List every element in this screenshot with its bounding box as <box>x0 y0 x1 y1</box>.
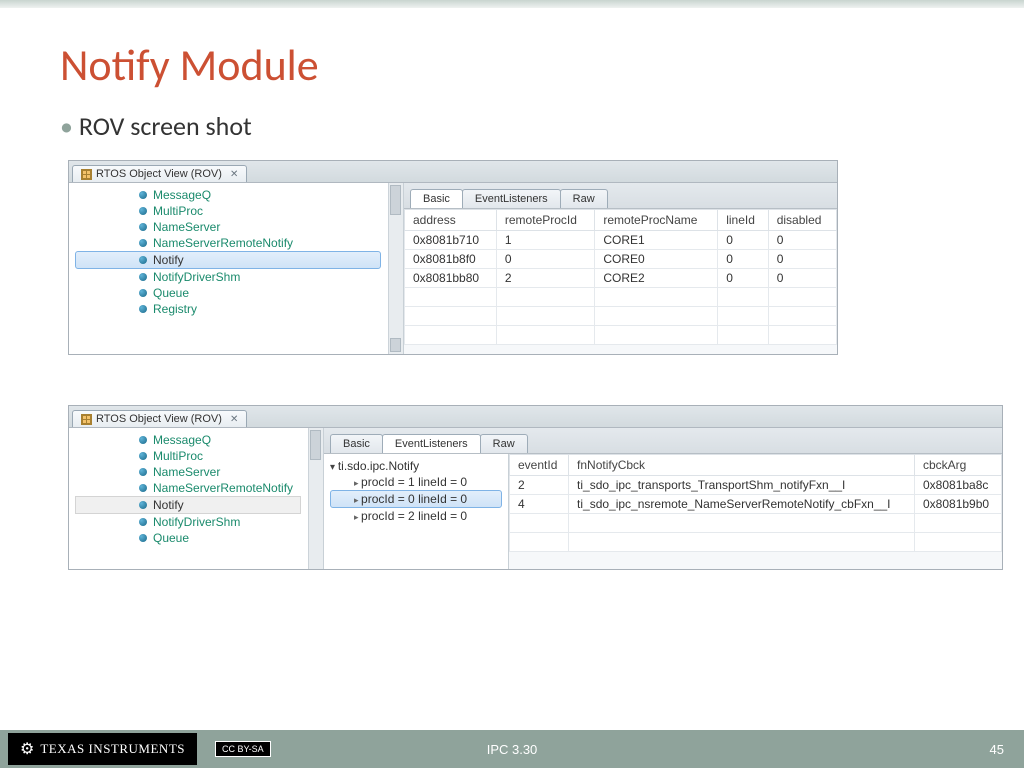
bullet-icon <box>139 518 147 526</box>
tree-item-registry[interactable]: Registry <box>69 301 403 317</box>
ti-chip-icon: ⚙ <box>20 739 34 759</box>
bullet-icon <box>139 452 147 460</box>
col-eventId: eventId <box>510 455 569 476</box>
bullet-icon <box>139 223 147 231</box>
window-title: RTOS Object View (ROV) <box>96 413 222 425</box>
eventlisteners-table: eventIdfnNotifyCbckcbckArg 2ti_sdo_ipc_t… <box>509 454 1002 552</box>
table-row <box>405 307 837 326</box>
table-row[interactable]: 2ti_sdo_ipc_transports_TransportShm_noti… <box>510 476 1002 495</box>
window-titlebar: RTOS Object View (ROV) ✕ <box>69 406 1002 428</box>
instance-item[interactable]: procId = 2 lineId = 0 <box>330 508 502 524</box>
instance-tree: ti.sdo.ipc.Notify procId = 1 lineId = 0p… <box>324 454 509 569</box>
instance-item[interactable]: procId = 0 lineId = 0 <box>330 490 502 508</box>
bullet-icon <box>139 484 147 492</box>
tree-item-multiproc[interactable]: MultiProc <box>69 203 403 219</box>
tab-basic[interactable]: Basic <box>330 434 383 453</box>
col-fnNotifyCbck: fnNotifyCbck <box>569 455 915 476</box>
rov-screenshot-basic: RTOS Object View (ROV) ✕ MessageQMultiPr… <box>68 160 838 355</box>
window-tab[interactable]: RTOS Object View (ROV) ✕ <box>72 410 247 427</box>
table-row <box>510 514 1002 533</box>
cc-badge: CC BY-SA <box>215 741 271 757</box>
basic-table: addressremoteProcIdremoteProcNamelineIdd… <box>404 209 837 345</box>
module-tree: MessageQMultiProcNameServerNameServerRem… <box>69 428 324 569</box>
scroll-thumb[interactable] <box>390 185 401 215</box>
window-tab[interactable]: RTOS Object View (ROV) ✕ <box>72 165 247 182</box>
table-row[interactable]: 0x8081bb802CORE200 <box>405 269 837 288</box>
top-gradient <box>0 0 1024 8</box>
bullet-icon <box>139 191 147 199</box>
slide-title: Notify Module <box>0 8 1024 102</box>
bullet-icon <box>139 436 147 444</box>
table-row <box>405 326 837 345</box>
col-lineId: lineId <box>718 210 769 231</box>
detail-tabs: Basic EventListeners Raw <box>324 428 1002 454</box>
instance-item[interactable]: procId = 1 lineId = 0 <box>330 474 502 490</box>
tab-eventlisteners[interactable]: EventListeners <box>382 434 481 453</box>
bullet-icon <box>139 239 147 247</box>
bullet-icon <box>139 468 147 476</box>
bullet-icon <box>139 501 147 509</box>
rov-screenshot-eventlisteners: RTOS Object View (ROV) ✕ MessageQMultiPr… <box>68 405 1003 570</box>
tree-item-notifydrivershm[interactable]: NotifyDriverShm <box>69 514 323 530</box>
table-row <box>510 533 1002 552</box>
tree-item-nameserverremotenotify[interactable]: NameServerRemoteNotify <box>69 235 403 251</box>
page-number: 45 <box>990 742 1004 757</box>
bullet-icon <box>139 289 147 297</box>
slide-footer: ⚙ TEXAS INSTRUMENTS CC BY-SA IPC 3.30 45 <box>0 730 1024 768</box>
tree-item-messageq[interactable]: MessageQ <box>69 187 403 203</box>
grid-icon <box>81 414 92 425</box>
close-icon[interactable]: ✕ <box>226 169 238 180</box>
footer-center: IPC 3.30 <box>487 742 538 757</box>
ti-logo: ⚙ TEXAS INSTRUMENTS <box>8 733 197 765</box>
table-row[interactable]: 0x8081b7101CORE100 <box>405 231 837 250</box>
bullet-text: ROV screen shot <box>79 110 252 142</box>
tree-item-messageq[interactable]: MessageQ <box>69 432 323 448</box>
instance-root[interactable]: ti.sdo.ipc.Notify <box>330 458 502 474</box>
tab-raw[interactable]: Raw <box>480 434 528 453</box>
col-disabled: disabled <box>768 210 836 231</box>
detail-tabs: Basic EventListeners Raw <box>404 183 837 209</box>
bullet-icon <box>139 534 147 542</box>
tree-item-queue[interactable]: Queue <box>69 530 323 546</box>
slide-bullet: ROV screen shot <box>0 102 1024 160</box>
col-cbckArg: cbckArg <box>915 455 1002 476</box>
tab-basic[interactable]: Basic <box>410 189 463 208</box>
bullet-icon <box>139 305 147 313</box>
col-address: address <box>405 210 497 231</box>
tree-item-notify[interactable]: Notify <box>75 251 381 269</box>
tree-item-notifydrivershm[interactable]: NotifyDriverShm <box>69 269 403 285</box>
table-row <box>405 288 837 307</box>
tree-item-nameserver[interactable]: NameServer <box>69 464 323 480</box>
grid-icon <box>81 169 92 180</box>
bullet-icon <box>139 207 147 215</box>
bullet-icon <box>139 273 147 281</box>
table-row[interactable]: 0x8081b8f00CORE000 <box>405 250 837 269</box>
tree-item-notify[interactable]: Notify <box>75 496 301 514</box>
module-tree: MessageQMultiProcNameServerNameServerRem… <box>69 183 404 354</box>
tab-raw[interactable]: Raw <box>560 189 608 208</box>
window-titlebar: RTOS Object View (ROV) ✕ <box>69 161 837 183</box>
ti-logo-text: TEXAS INSTRUMENTS <box>40 741 185 757</box>
tree-item-multiproc[interactable]: MultiProc <box>69 448 323 464</box>
col-remoteProcId: remoteProcId <box>496 210 594 231</box>
scrollbar[interactable] <box>308 428 323 569</box>
close-icon[interactable]: ✕ <box>226 414 238 425</box>
window-title: RTOS Object View (ROV) <box>96 168 222 180</box>
table-row[interactable]: 4ti_sdo_ipc_nsremote_NameServerRemoteNot… <box>510 495 1002 514</box>
tree-item-nameserver[interactable]: NameServer <box>69 219 403 235</box>
scrollbar[interactable] <box>388 183 403 354</box>
col-remoteProcName: remoteProcName <box>595 210 718 231</box>
tab-eventlisteners[interactable]: EventListeners <box>462 189 561 208</box>
tree-item-nameserverremotenotify[interactable]: NameServerRemoteNotify <box>69 480 323 496</box>
scroll-down[interactable] <box>390 338 401 352</box>
bullet-icon <box>139 256 147 264</box>
scroll-thumb[interactable] <box>310 430 321 460</box>
tree-item-queue[interactable]: Queue <box>69 285 403 301</box>
